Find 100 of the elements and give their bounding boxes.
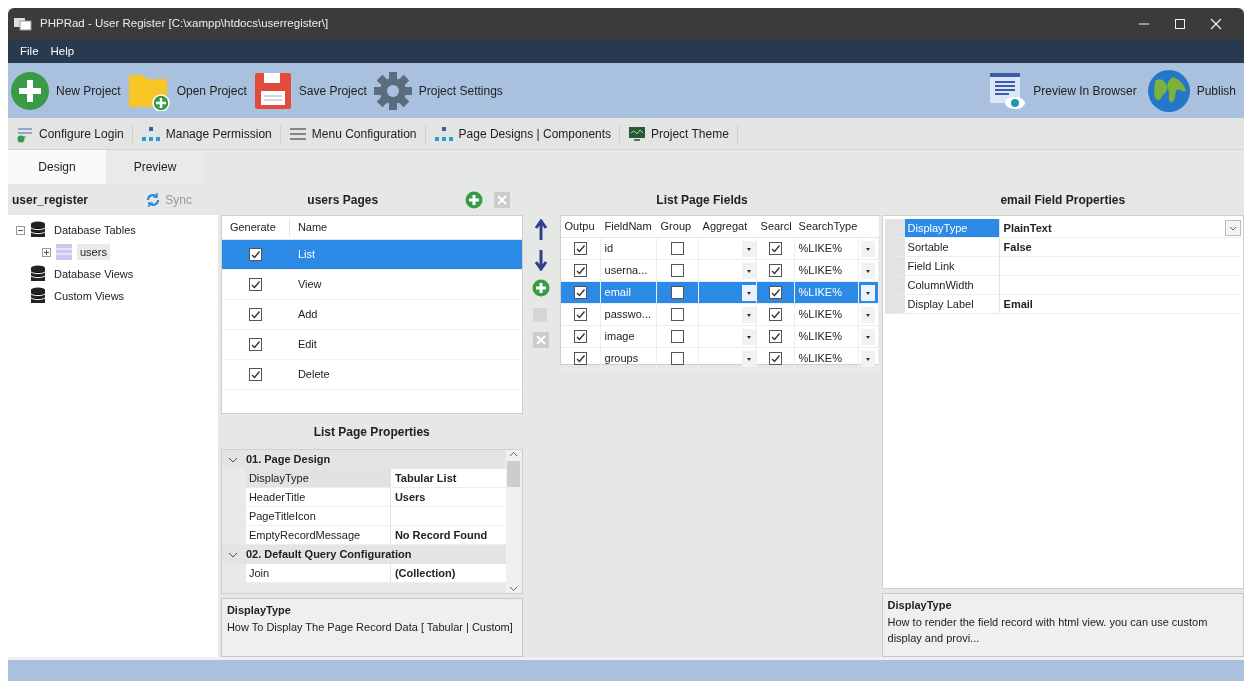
dropdown-icon[interactable]: [861, 240, 876, 257]
check-mark-icon: [574, 309, 586, 320]
column-header: FieldNam: [603, 219, 653, 235]
toolbar-button[interactable]: Preview In Browser: [987, 70, 1143, 111]
table-row[interactable]: groups %LIKE%: [560, 348, 879, 370]
tree-item[interactable]: Database Views: [51, 265, 137, 283]
toolbar-button[interactable]: Project Theme: [620, 124, 738, 143]
property-row[interactable]: Join (Collection): [245, 564, 506, 583]
toolbar-button[interactable]: Configure Login: [8, 124, 133, 143]
add-icon[interactable]: [464, 190, 483, 209]
tree-item[interactable]: Custom Views: [51, 287, 128, 305]
group-title: 02. Default Query Configuration: [245, 547, 412, 563]
maximize-icon[interactable]: [1174, 18, 1186, 30]
property-name: Join: [245, 564, 391, 582]
checkbox[interactable]: [768, 264, 782, 277]
checkbox[interactable]: [768, 330, 782, 343]
property-row[interactable]: HeaderTitle Users: [245, 488, 506, 507]
description-title: DisplayType: [226, 603, 292, 618]
dropdown-icon[interactable]: [741, 350, 756, 367]
menu-item[interactable]: File: [14, 42, 45, 61]
checkbox[interactable]: [670, 264, 684, 277]
property-row[interactable]: PageTitleIcon: [245, 507, 506, 526]
table-row[interactable]: List: [221, 240, 522, 270]
toolbar-button[interactable]: Project Settings: [372, 70, 509, 111]
property-row[interactable]: Display Label Email: [884, 295, 1241, 314]
up-arrow-icon[interactable]: [533, 219, 548, 241]
dropdown-icon[interactable]: [861, 284, 876, 301]
checkbox[interactable]: [249, 368, 263, 381]
property-value: (Collection): [393, 565, 457, 581]
table-cell-text: %LIKE%: [798, 329, 842, 345]
dropdown-icon[interactable]: [741, 328, 756, 345]
dropdown-icon[interactable]: [861, 306, 876, 323]
checkbox[interactable]: [670, 286, 684, 299]
toolbar-button[interactable]: New Project: [10, 70, 127, 111]
checkbox[interactable]: [573, 352, 587, 365]
close-icon[interactable]: [1210, 18, 1222, 30]
add-icon[interactable]: [531, 279, 550, 297]
checkbox[interactable]: [670, 242, 684, 255]
table-icon: [56, 244, 72, 260]
table-cell-text: Delete: [296, 367, 330, 383]
scroll-thumb[interactable]: [507, 461, 521, 487]
tree-item[interactable]: Database Tables: [51, 221, 139, 239]
down-arrow-icon[interactable]: [533, 249, 548, 271]
dropdown-icon[interactable]: [741, 262, 756, 279]
toolbar-button[interactable]: Publish: [1146, 68, 1242, 113]
checkbox[interactable]: [573, 330, 587, 343]
toolbar-button[interactable]: Save Project: [252, 70, 373, 111]
checkbox[interactable]: [768, 308, 782, 321]
property-name: ColumnWidth: [904, 276, 1000, 294]
checkbox[interactable]: [573, 286, 587, 299]
checkbox[interactable]: [249, 308, 263, 321]
table-row[interactable]: id %LIKE%: [560, 238, 879, 260]
collapse-icon[interactable]: [16, 225, 25, 235]
scroll-down-icon: [509, 584, 519, 593]
check-mark-icon: [769, 309, 781, 320]
checkbox[interactable]: [768, 352, 782, 365]
dropdown-icon[interactable]: [1225, 220, 1241, 236]
property-row[interactable]: DisplayType Tabular List: [245, 469, 506, 488]
dropdown-icon[interactable]: [861, 262, 876, 279]
check-mark-icon: [769, 353, 781, 364]
menu-item[interactable]: Help: [44, 42, 81, 61]
property-row[interactable]: DisplayType PlainText: [884, 219, 1241, 238]
dropdown-icon[interactable]: [861, 350, 876, 367]
table-row[interactable]: image %LIKE%: [560, 326, 879, 348]
checkbox[interactable]: [670, 352, 684, 365]
toolbar-button[interactable]: Menu Configuration: [280, 124, 426, 143]
table-row[interactable]: Delete: [221, 360, 522, 390]
checkbox[interactable]: [573, 264, 587, 277]
table-row[interactable]: View: [221, 270, 522, 300]
property-row[interactable]: ColumnWidth: [884, 276, 1241, 295]
dropdown-icon[interactable]: [741, 240, 756, 257]
toolbar-button[interactable]: Page Designs | Components: [425, 124, 621, 143]
checkbox[interactable]: [249, 248, 263, 261]
dropdown-icon[interactable]: [741, 306, 756, 323]
property-row[interactable]: EmptyRecordMessage No Record Found: [245, 526, 506, 545]
table-row[interactable]: Add: [221, 300, 522, 330]
table-row[interactable]: Edit: [221, 330, 522, 360]
property-row[interactable]: Sortable False: [884, 238, 1241, 257]
toolbar-button[interactable]: Open Project: [126, 70, 253, 111]
checkbox[interactable]: [768, 286, 782, 299]
table-row[interactable]: email %LIKE%: [560, 282, 879, 304]
checkbox[interactable]: [573, 308, 587, 321]
checkbox[interactable]: [573, 242, 587, 255]
checkbox[interactable]: [670, 330, 684, 343]
window-title: PHPRad - User Register [C:\xampp\htdocs\userregister\]: [40, 16, 329, 32]
dropdown-icon[interactable]: [861, 328, 876, 345]
checkbox[interactable]: [249, 278, 263, 291]
checkbox[interactable]: [670, 308, 684, 321]
tab[interactable]: Design: [8, 150, 106, 184]
table-row[interactable]: passwo... %LIKE%: [560, 304, 879, 326]
toolbar-button[interactable]: Manage Permission: [132, 124, 281, 143]
check-mark-icon: [250, 369, 262, 380]
property-row[interactable]: Field Link: [884, 257, 1241, 276]
dropdown-icon[interactable]: [741, 284, 756, 301]
check-mark-icon: [250, 339, 262, 350]
tree-item[interactable]: users: [77, 243, 110, 261]
checkbox[interactable]: [249, 338, 263, 351]
checkbox[interactable]: [768, 242, 782, 255]
property-value: No Record Found: [393, 527, 489, 543]
expand-icon[interactable]: [42, 247, 51, 257]
